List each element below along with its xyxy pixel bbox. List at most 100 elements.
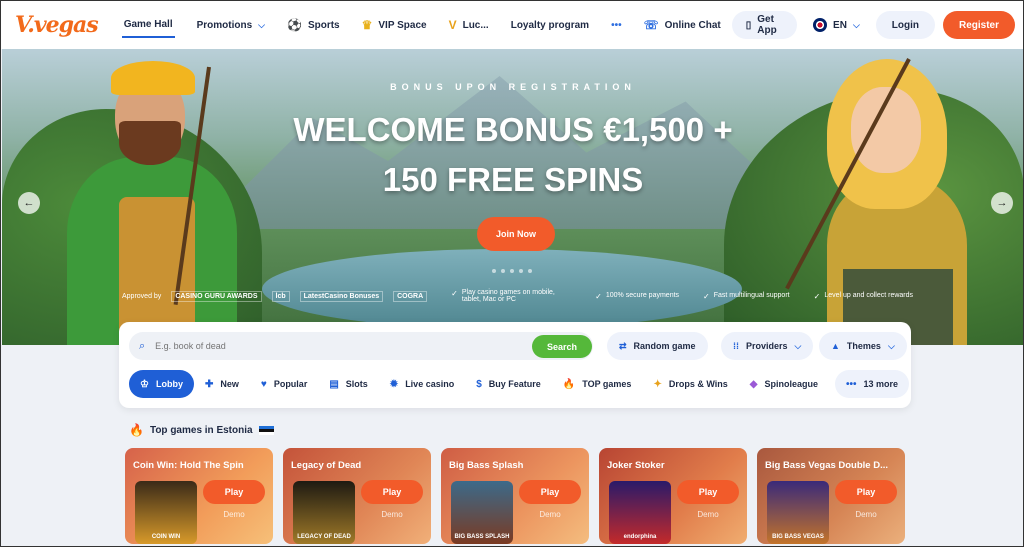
game-thumbnail[interactable]: BIG BASS SPLASH — [451, 481, 513, 544]
game-thumbnail[interactable]: endorphina — [609, 481, 671, 544]
game-card[interactable]: Coin Win: Hold The Spin COIN WIN Play De… — [125, 448, 273, 544]
nav-game-hall[interactable]: Game Hall — [111, 1, 186, 49]
grid-icon: ⁞⁞ — [733, 341, 739, 351]
nav-vip-space[interactable]: ♛ VIP Space — [351, 1, 438, 49]
category-tabs: ♔ Lobby ✚ New ♥ Popular ▤ Slots ✹ Live c… — [129, 370, 910, 398]
soccer-ball-icon: ⚽ — [287, 18, 302, 32]
game-card[interactable]: Joker Stoker endorphina Play Demo — [599, 448, 747, 544]
tab-buy-feature[interactable]: $ Buy Feature — [465, 370, 552, 398]
tab-popular[interactable]: ♥ Popular — [250, 370, 318, 398]
partner-badge: COGRA — [393, 290, 428, 302]
top-games-title: Top games in Estonia — [149, 424, 253, 436]
fire-icon: 🔥 — [129, 423, 144, 437]
tab-label: Spinoleague — [764, 379, 818, 389]
get-app-button[interactable]: ▯ Get App — [731, 11, 798, 39]
header-actions: ▯ Get App EN ⌵ Login Register — [731, 11, 1015, 39]
register-button[interactable]: Register — [942, 11, 1015, 39]
providers-label: Providers — [746, 341, 788, 351]
tab-spinoleague[interactable]: ◆ Spinoleague — [739, 370, 829, 398]
tab-live-casino[interactable]: ✹ Live casino — [379, 370, 465, 398]
game-card[interactable]: Legacy of Dead LEGACY OF DEAD Play Demo — [283, 448, 431, 544]
tab-label: 13 more — [863, 379, 899, 389]
carousel-dot[interactable] — [519, 269, 523, 273]
hero-subtitle: BONUS UPON REGISTRATION — [390, 82, 636, 92]
game-thumbnail[interactable]: LEGACY OF DEAD — [293, 481, 355, 544]
top-games-row: Coin Win: Hold The Spin COIN WIN Play De… — [125, 448, 905, 544]
carousel-dot[interactable] — [492, 269, 496, 273]
nav-loyalty-label: Loyalty program — [510, 19, 590, 31]
demo-link[interactable]: Demo — [677, 510, 739, 519]
tab-label: Live casino — [405, 379, 455, 389]
plus-icon: ✚ — [204, 378, 214, 390]
search-input[interactable] — [155, 341, 516, 351]
demo-link[interactable]: Demo — [519, 510, 581, 519]
top-navigation-bar: V.vegas Game Hall Promotions ⌵ ⚽ Sports … — [1, 1, 1023, 49]
more-dots-icon: ••• — [845, 378, 857, 390]
demo-link[interactable]: Demo — [361, 510, 423, 519]
estonia-flag-icon — [258, 425, 274, 435]
search-button[interactable]: Search — [532, 335, 592, 358]
partner-badge: lcb — [271, 290, 290, 302]
chevron-down-icon: ⌵ — [852, 19, 860, 30]
play-button[interactable]: Play — [361, 480, 423, 504]
play-button[interactable]: Play — [203, 480, 265, 504]
themes-dropdown[interactable]: ▲ Themes ⌵ — [819, 332, 907, 360]
nav-chat-label: Online Chat — [664, 19, 721, 31]
hero-title-line2: 150 FREE SPINS — [382, 161, 644, 198]
play-button[interactable]: Play — [835, 480, 897, 504]
language-label: EN — [833, 19, 847, 31]
nav-lucky[interactable]: V Luc... — [438, 1, 500, 49]
tab-top-games[interactable]: 🔥 TOP games — [552, 370, 643, 398]
nav-loyalty-program[interactable]: Loyalty program — [500, 1, 600, 49]
nav-vip-label: VIP Space — [378, 19, 427, 31]
tab-label: New — [220, 379, 239, 389]
game-title: Legacy of Dead — [291, 460, 362, 471]
nav-promotions-label: Promotions — [196, 19, 253, 31]
demo-link[interactable]: Demo — [203, 510, 265, 519]
play-button[interactable]: Play — [519, 480, 581, 504]
join-now-button[interactable]: Join Now — [477, 217, 555, 251]
top-games-heading: 🔥 Top games in Estonia — [129, 423, 274, 437]
game-thumbnail[interactable]: COIN WIN — [135, 481, 197, 544]
nav-online-chat[interactable]: ☏ Online Chat — [633, 1, 732, 49]
carousel-dots — [492, 269, 532, 273]
site-logo[interactable]: V.vegas — [15, 12, 111, 38]
play-button[interactable]: Play — [677, 480, 739, 504]
game-title: Joker Stoker — [607, 460, 665, 471]
tab-lobby[interactable]: ♔ Lobby — [129, 370, 194, 398]
game-card[interactable]: Big Bass Vegas Double D... BIG BASS VEGA… — [757, 448, 905, 544]
nav-sports[interactable]: ⚽ Sports — [276, 1, 351, 49]
login-button[interactable]: Login — [875, 11, 935, 39]
feature-text: Fast multilingual support — [713, 291, 790, 299]
tab-new[interactable]: ✚ New — [194, 370, 250, 398]
chevron-down-icon: ⌵ — [794, 340, 802, 351]
tab-drops-wins[interactable]: ✦ Drops & Wins — [642, 370, 738, 398]
drops-wins-icon: ✦ — [653, 378, 662, 390]
game-thumbnail[interactable]: BIG BASS VEGAS — [767, 481, 829, 544]
demo-link[interactable]: Demo — [835, 510, 897, 519]
tab-more[interactable]: ••• 13 more — [834, 370, 910, 398]
language-selector[interactable]: EN ⌵ — [805, 18, 868, 32]
search-box: ⌕ — [129, 332, 593, 360]
carousel-prev-arrow-icon[interactable]: ← — [18, 192, 40, 214]
v-logo-icon: V — [448, 18, 457, 32]
chat-headset-icon: ☏ — [643, 18, 659, 32]
game-card[interactable]: Big Bass Splash BIG BASS SPLASH Play Dem… — [441, 448, 589, 544]
themes-label: Themes — [846, 341, 881, 351]
live-icon: ✹ — [389, 378, 399, 390]
random-game-button[interactable]: ⇄ Random game — [607, 332, 708, 360]
nav-sports-label: Sports — [307, 19, 340, 31]
carousel-dot[interactable] — [528, 269, 532, 273]
dollar-icon: $ — [476, 378, 482, 390]
providers-dropdown[interactable]: ⁞⁞ Providers ⌵ — [721, 332, 814, 360]
nav-more-button[interactable]: ••• — [600, 1, 633, 49]
carousel-dot[interactable] — [501, 269, 505, 273]
feature-item: ✓ Fast multilingual support — [703, 292, 790, 301]
tab-slots[interactable]: ▤ Slots — [318, 370, 378, 398]
feature-text: Play casino games on mobile, tablet, Mac… — [461, 289, 555, 303]
carousel-next-arrow-icon[interactable]: → — [991, 192, 1013, 214]
nav-promotions[interactable]: Promotions ⌵ — [186, 1, 276, 49]
carousel-dot[interactable] — [510, 269, 514, 273]
chevron-down-icon: ⌵ — [887, 340, 895, 351]
hero-title-line1: WELCOME BONUS €1,500 + — [293, 111, 733, 148]
